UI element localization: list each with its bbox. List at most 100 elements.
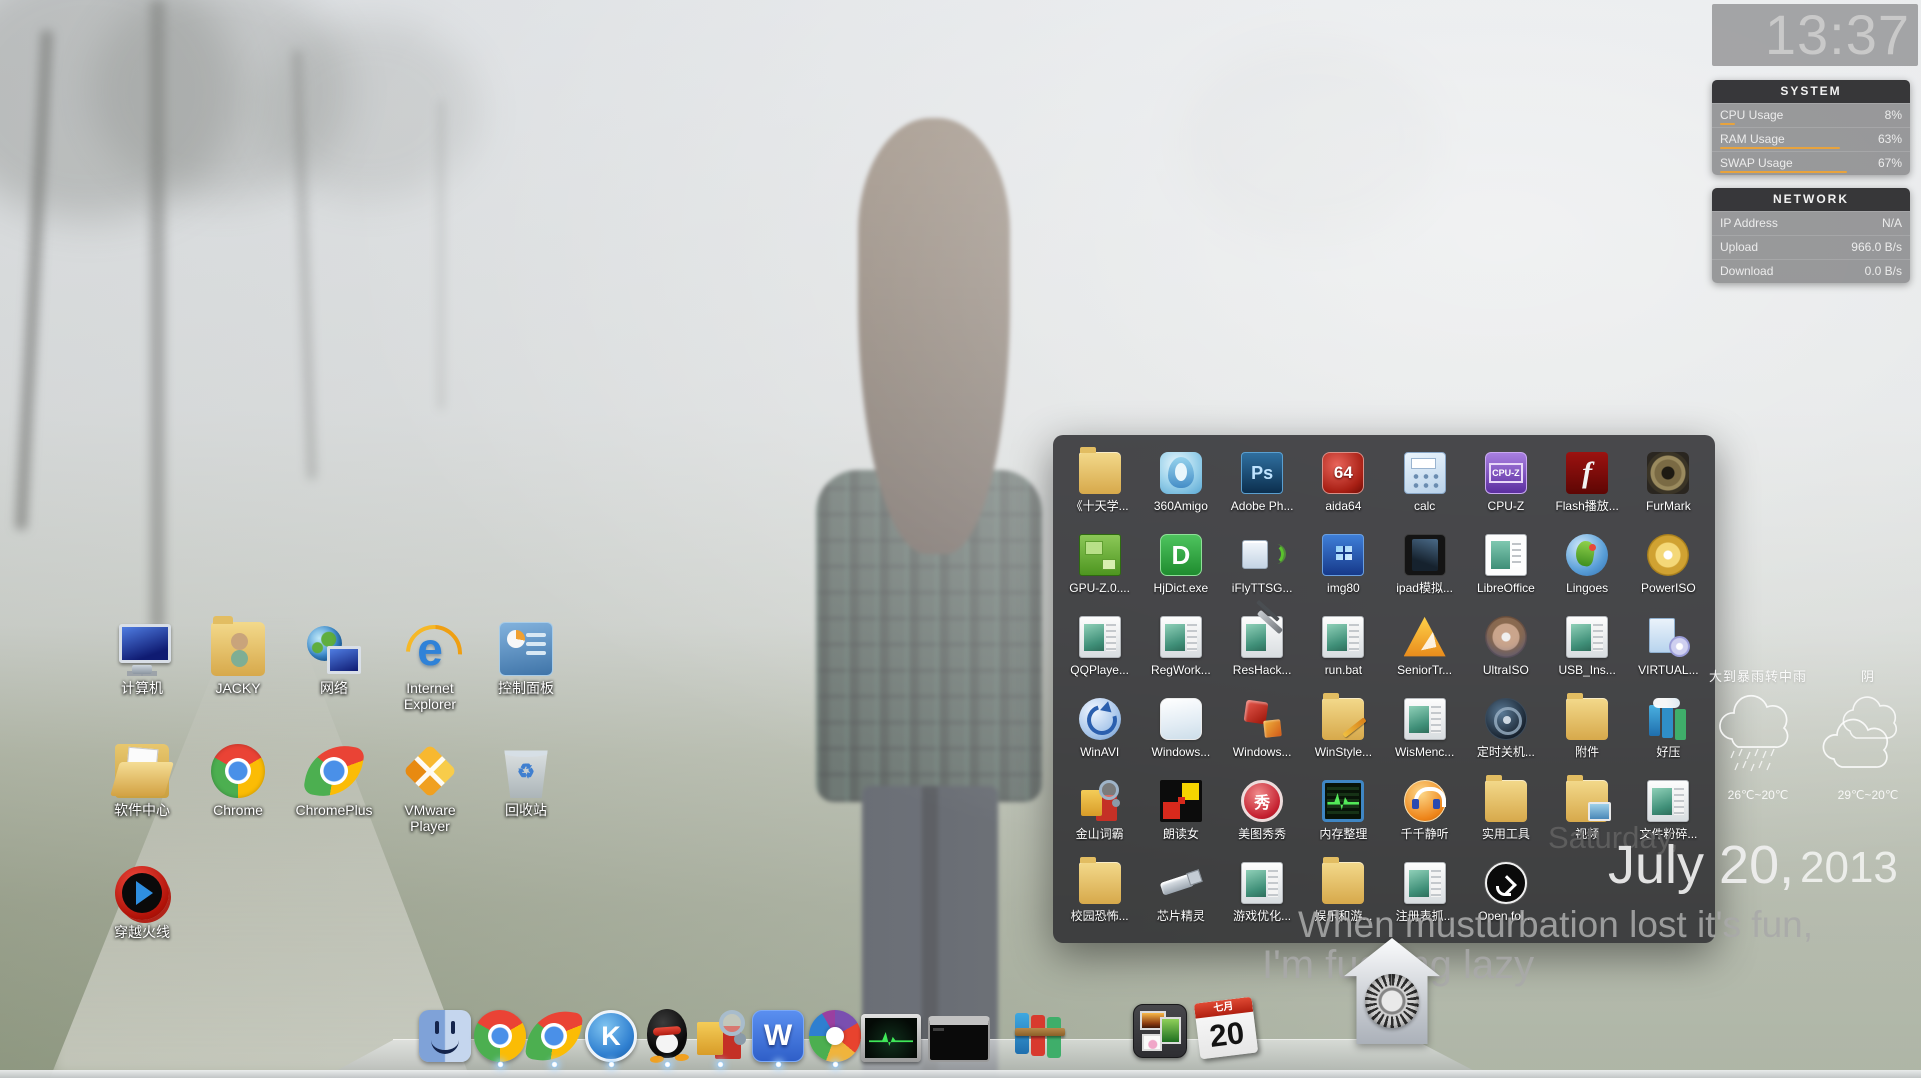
app-label: ResHack... — [1222, 663, 1303, 677]
terminal-icon[interactable] — [928, 1016, 990, 1062]
launcher-app[interactable]: 游戏优化... — [1222, 853, 1303, 935]
launcher-app[interactable]: 金山词霸 — [1059, 771, 1140, 853]
launcher-app[interactable]: 内存整理 — [1303, 771, 1384, 853]
launcher-app[interactable]: FurMark — [1628, 443, 1709, 525]
date-year: 2013 — [1800, 846, 1898, 890]
desktop-icon-software-center[interactable]: 软件中心 — [97, 744, 187, 818]
app-label: Lingoes — [1547, 581, 1628, 595]
launcher-app[interactable]: UltraISO — [1465, 607, 1546, 689]
launcher-app[interactable]: VIRTUAL... — [1628, 607, 1709, 689]
launcher-app[interactable]: 千千静听 — [1384, 771, 1465, 853]
launcher-app[interactable]: calc — [1384, 443, 1465, 525]
launcher-app[interactable]: 秀美图秀秀 — [1222, 771, 1303, 853]
app-label: PowerISO — [1628, 581, 1709, 595]
desktop-icon-computer[interactable]: 计算机 — [97, 622, 187, 696]
red-cubes-icon — [1241, 698, 1283, 740]
launcher-app[interactable]: iFlyTTSG... — [1222, 525, 1303, 607]
desktop-icon-chrome[interactable]: Chrome — [193, 744, 283, 818]
launcher-app[interactable]: CPU-ZCPU-Z — [1465, 443, 1546, 525]
launcher-app[interactable]: 实用工具 — [1465, 771, 1546, 853]
launcher-app[interactable]: 朗读女 — [1140, 771, 1221, 853]
icon-label: 回收站 — [481, 802, 571, 818]
app-label: 朗读女 — [1140, 827, 1221, 841]
qvod-player-icon — [115, 866, 169, 920]
desktop-icon-chromeplus[interactable]: ChromePlus — [289, 744, 379, 818]
system-panel-title: SYSTEM — [1712, 80, 1910, 103]
kugou-icon[interactable]: K — [585, 1010, 637, 1062]
app-label: 美图秀秀 — [1222, 827, 1303, 841]
desktop-icon-internet-explorer[interactable]: e Internet Explorer — [385, 622, 475, 712]
icon-label: 穿越火线 — [97, 924, 187, 940]
360amigo-icon — [1160, 452, 1202, 494]
launcher-app[interactable]: PowerISO — [1628, 525, 1709, 607]
launcher-app[interactable]: Windows... — [1140, 689, 1221, 771]
calendar-icon[interactable]: 七月 20 — [1194, 997, 1258, 1060]
launcher-app[interactable]: DHjDict.exe — [1140, 525, 1221, 607]
network-icon — [307, 622, 361, 676]
app-label: 千千静听 — [1384, 827, 1465, 841]
app-label: CPU-Z — [1465, 499, 1546, 513]
launcher-app[interactable]: 64aida64 — [1303, 443, 1384, 525]
picasa-icon[interactable] — [809, 1010, 861, 1062]
folder-icon — [1566, 698, 1608, 740]
running-indicator — [608, 1061, 615, 1068]
launcher-app[interactable]: WisMenc... — [1384, 689, 1465, 771]
launcher-app[interactable]: USB_Ins... — [1547, 607, 1628, 689]
ie-glyph: e — [417, 624, 443, 674]
system-monitor-icon[interactable] — [861, 1014, 921, 1062]
launcher-app[interactable]: ResHack... — [1222, 607, 1303, 689]
winrar-icon[interactable] — [1014, 1008, 1066, 1060]
system-row-ram: RAM Usage 63% — [1712, 127, 1910, 151]
launcher-app[interactable]: 《十天学... — [1059, 443, 1140, 525]
icon-label: 软件中心 — [97, 802, 187, 818]
window-stack-icon[interactable] — [1133, 1004, 1187, 1058]
recycle-bin-icon: ♻ — [499, 744, 553, 798]
app-label: UltraISO — [1465, 663, 1546, 677]
launcher-app[interactable]: fFlash播放... — [1547, 443, 1628, 525]
launcher-app[interactable]: LibreOffice — [1465, 525, 1546, 607]
launcher-app[interactable]: Lingoes — [1547, 525, 1628, 607]
finder-icon[interactable] — [419, 1010, 471, 1062]
launcher-app[interactable]: QQPlaye... — [1059, 607, 1140, 689]
launcher-app[interactable]: PsAdobe Ph... — [1222, 443, 1303, 525]
launcher-app[interactable]: WinStyle... — [1303, 689, 1384, 771]
desktop-icon-vmware[interactable]: VMware Player — [385, 744, 475, 834]
launcher-app[interactable]: WinAVI — [1059, 689, 1140, 771]
app-label: 360Amigo — [1140, 499, 1221, 513]
desktop-icon-control-panel[interactable]: 控制面板 — [481, 622, 571, 696]
desktop-icon-recycle-bin[interactable]: ♻ 回收站 — [481, 744, 571, 818]
launcher-app[interactable]: RegWork... — [1140, 607, 1221, 689]
launcher-app[interactable]: 附件 — [1547, 689, 1628, 771]
ps-glyph: Ps — [1251, 463, 1273, 484]
app-label: 定时关机... — [1465, 745, 1546, 759]
launcher-app[interactable]: img80 — [1303, 525, 1384, 607]
launcher-app[interactable]: Windows... — [1222, 689, 1303, 771]
icon-label: Internet Explorer — [385, 680, 475, 712]
network-panel: NETWORK IP Address N/A Upload 966.0 B/s … — [1712, 188, 1910, 283]
wps-writer-icon[interactable]: W — [752, 1010, 804, 1062]
home-launcher-icon[interactable] — [1344, 938, 1440, 1044]
launcher-app[interactable]: 定时关机... — [1465, 689, 1546, 771]
meitu-glyph: 秀 — [1254, 789, 1270, 813]
desktop-icon-network[interactable]: 网络 — [289, 622, 379, 696]
launcher-app[interactable]: 校园恐怖... — [1059, 853, 1140, 935]
shutdown-timer-icon — [1485, 698, 1527, 740]
media-folder-icon — [1566, 780, 1608, 822]
qq-icon[interactable] — [642, 1008, 692, 1062]
launcher-app[interactable]: run.bat — [1303, 607, 1384, 689]
desktop: 计算机 JACKY 网络 e Internet Explorer 控制面板 软件… — [0, 0, 1921, 1078]
launcher-app[interactable]: ipad模拟... — [1384, 525, 1465, 607]
launcher-app[interactable]: 芯片精灵 — [1140, 853, 1221, 935]
launcher-app[interactable]: GPU-Z.0.... — [1059, 525, 1140, 607]
swap-usage-value: 67% — [1878, 152, 1902, 175]
chrome-dock-icon[interactable] — [474, 1010, 526, 1062]
lingoes-icon — [1566, 534, 1608, 576]
desktop-icon-qvod[interactable]: 穿越火线 — [97, 866, 187, 940]
app-label: GPU-Z.0.... — [1059, 581, 1140, 595]
powerword-dock-icon[interactable] — [694, 1010, 746, 1062]
launcher-app[interactable]: 好压 — [1628, 689, 1709, 771]
launcher-app[interactable]: SeniorTr... — [1384, 607, 1465, 689]
launcher-app[interactable]: 360Amigo — [1140, 443, 1221, 525]
ipad-icon — [1404, 534, 1446, 576]
desktop-icon-user-folder[interactable]: JACKY — [193, 622, 283, 696]
